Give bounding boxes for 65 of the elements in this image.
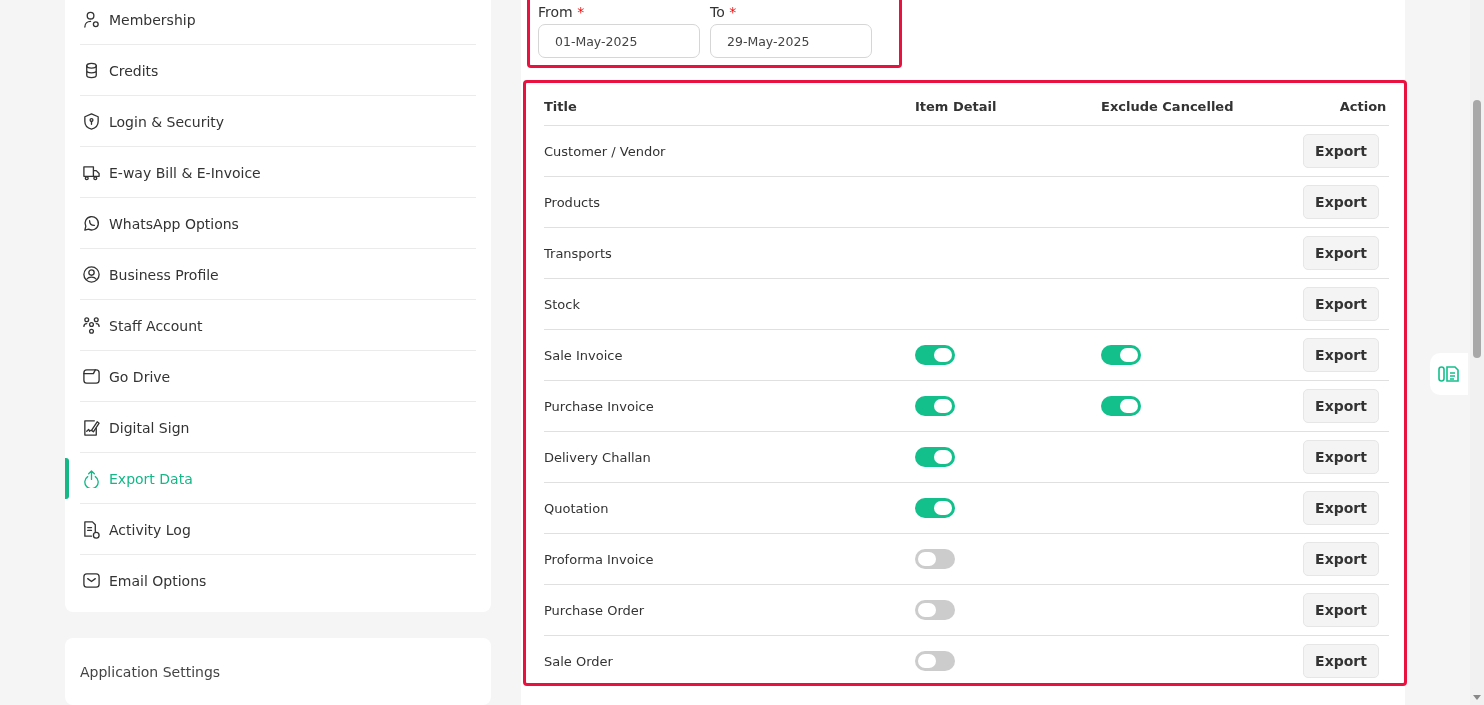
export-button[interactable]: Export: [1303, 644, 1379, 678]
table-cell-text: Quotation: [544, 500, 610, 516]
export-button[interactable]: Export: [1303, 593, 1379, 627]
field-label: From *: [538, 4, 586, 20]
shield-icon: [82, 112, 101, 131]
export-button[interactable]: Export: [1303, 440, 1379, 474]
table-cell-text: Products: [544, 194, 602, 210]
table-cell-text: Customer / Vendor: [544, 143, 667, 159]
table-cell-text: Purchase Order: [544, 602, 646, 618]
sidebar-item[interactable]: Credits: [65, 45, 476, 96]
export-button[interactable]: Export: [1303, 542, 1379, 576]
table-cell-text: Transports: [544, 245, 613, 261]
sidebar-item[interactable]: Activity Log: [65, 504, 476, 555]
date-field[interactable]: 01-May-2025: [538, 24, 700, 58]
export-button[interactable]: Export: [1303, 185, 1379, 219]
export-button[interactable]: Export: [1303, 134, 1379, 168]
toggle-switch[interactable]: [915, 447, 955, 467]
person-icon: [82, 10, 101, 29]
user-circle-icon: [82, 265, 101, 284]
sidebar-item[interactable]: Membership: [65, 0, 476, 45]
truck-icon: [82, 163, 101, 182]
scrollbar[interactable]: [1470, 0, 1484, 705]
field-label: To *: [710, 4, 738, 20]
folder-icon: [82, 367, 101, 386]
table-cell-text: Sale Invoice: [544, 347, 624, 363]
toggle-switch[interactable]: [915, 498, 955, 518]
upload-icon: [82, 469, 101, 488]
sidebar-item[interactable]: Go Drive: [65, 351, 476, 402]
date-field[interactable]: 29-May-2025: [710, 24, 872, 58]
column-header: Item Detail: [915, 98, 998, 114]
sidebar-item[interactable]: Digital Sign: [65, 402, 476, 453]
table-cell-text: Proforma Invoice: [544, 551, 655, 567]
table-cell-text: Stock: [544, 296, 581, 312]
toggle-switch[interactable]: [915, 549, 955, 569]
people-icon: [82, 316, 101, 335]
toggle-switch[interactable]: [1101, 396, 1141, 416]
export-button[interactable]: Export: [1303, 287, 1379, 321]
export-button[interactable]: Export: [1303, 236, 1379, 270]
floating-tab[interactable]: [1430, 353, 1468, 395]
sidebar-item[interactable]: WhatsApp Options: [65, 198, 476, 249]
table-cell-text: Sale Order: [544, 653, 614, 669]
mail-icon: [82, 571, 101, 590]
toggle-switch[interactable]: [915, 600, 955, 620]
table-cell-text: Delivery Challan: [544, 449, 652, 465]
document-icon: [1438, 365, 1460, 383]
document-pen-icon: [82, 418, 101, 437]
column-header: Exclude Cancelled: [1101, 98, 1235, 114]
export-button[interactable]: Export: [1303, 389, 1379, 423]
sidebar-item[interactable]: Login & Security: [65, 96, 476, 147]
chat-icon: [82, 214, 101, 233]
toggle-switch[interactable]: [915, 396, 955, 416]
export-button[interactable]: Export: [1303, 491, 1379, 525]
sidebar-item[interactable]: Business Profile: [65, 249, 476, 300]
toggle-switch[interactable]: [915, 345, 955, 365]
table-cell-text: Purchase Invoice: [544, 398, 655, 414]
section-title: Application Settings: [80, 664, 221, 680]
export-button[interactable]: Export: [1303, 338, 1379, 372]
toggle-switch[interactable]: [915, 651, 955, 671]
column-header: Title: [544, 98, 578, 114]
sidebar-item[interactable]: Staff Account: [65, 300, 476, 351]
toggle-switch[interactable]: [1101, 345, 1141, 365]
document-clock-icon: [82, 520, 101, 539]
sidebar-item[interactable]: Email Options: [65, 555, 476, 612]
sidebar-item[interactable]: E-way Bill & E-Invoice: [65, 147, 476, 198]
column-header: Action: [1338, 98, 1388, 114]
